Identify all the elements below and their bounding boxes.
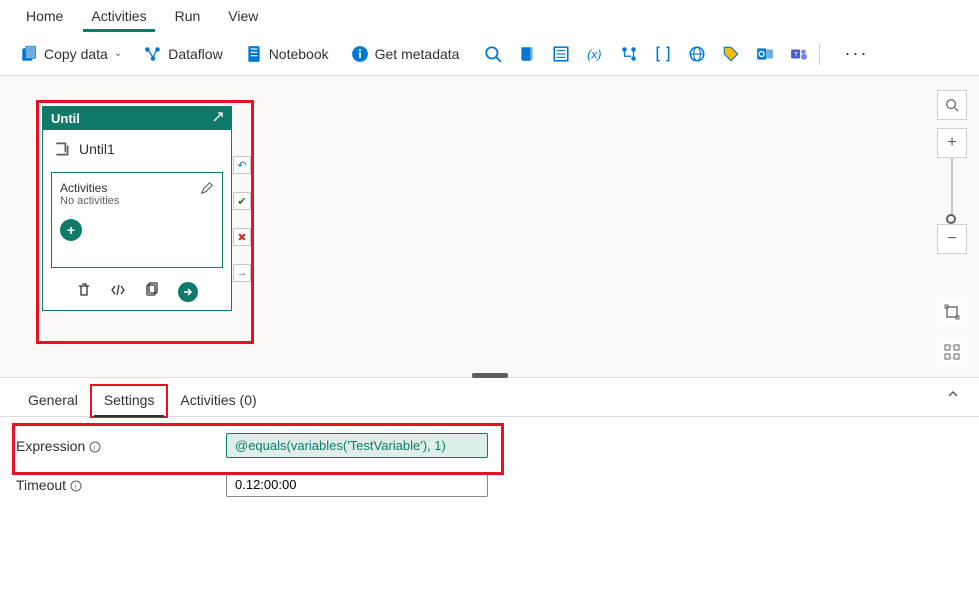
svg-text:i: i <box>94 445 96 452</box>
activity-type-label: Until <box>51 111 80 126</box>
top-menu: Home Activities Run View <box>0 0 979 32</box>
notebook-icon <box>245 45 263 63</box>
dataflow-button[interactable]: Dataflow <box>136 41 230 67</box>
list-icon[interactable] <box>551 44 571 64</box>
dataflow-label: Dataflow <box>168 46 222 62</box>
minimap-button[interactable] <box>937 337 967 367</box>
pipeline-canvas[interactable]: Until Until1 Activities No activities + <box>0 76 979 378</box>
zoom-thumb[interactable] <box>946 214 956 224</box>
connector-undo[interactable]: ↶ <box>233 156 251 174</box>
connector-fail[interactable]: ✖ <box>233 228 251 246</box>
teams-icon[interactable]: T <box>789 44 809 64</box>
collapse-panel-button[interactable] <box>947 388 959 403</box>
activities-title: Activities <box>60 181 119 195</box>
svg-text:i: i <box>75 484 77 491</box>
bracket-icon[interactable] <box>653 44 673 64</box>
outlook-icon[interactable] <box>755 44 775 64</box>
until-activity-node[interactable]: Until Until1 Activities No activities + <box>42 106 232 311</box>
canvas-view-controls <box>937 297 967 367</box>
zoom-in-button[interactable]: + <box>937 128 967 158</box>
toolbar-divider <box>819 43 820 65</box>
copy-icon[interactable] <box>144 282 160 298</box>
notebook-button[interactable]: Notebook <box>237 41 337 67</box>
info-icon <box>351 45 369 63</box>
notebook-label: Notebook <box>269 46 329 62</box>
canvas-search-button[interactable] <box>937 90 967 120</box>
svg-text:T: T <box>794 51 798 58</box>
connector-handles: ↶ ✔ ✖ → <box>232 156 252 282</box>
toolbar-icon-group: (x) T <box>483 44 809 64</box>
toolbar-overflow-button[interactable]: ··· <box>840 43 872 64</box>
copy-data-label: Copy data <box>44 46 108 62</box>
menu-activities[interactable]: Activities <box>77 4 160 32</box>
pencil-icon[interactable] <box>200 181 214 195</box>
tab-activities[interactable]: Activities (0) <box>168 386 268 416</box>
add-activity-button[interactable]: + <box>60 219 82 241</box>
activities-subtitle: No activities <box>60 195 119 207</box>
zoom-out-button[interactable]: − <box>937 224 967 254</box>
menu-home[interactable]: Home <box>12 4 77 32</box>
tab-settings[interactable]: Settings <box>90 384 169 418</box>
get-metadata-label: Get metadata <box>375 46 460 62</box>
connector-skip[interactable]: → <box>233 264 251 282</box>
info-icon[interactable]: i <box>70 479 82 491</box>
copy-data-icon <box>20 45 38 63</box>
fit-to-screen-button[interactable] <box>937 297 967 327</box>
activity-name: Until1 <box>79 141 115 157</box>
timeout-row: Timeout i <box>16 472 963 497</box>
zoom-slider[interactable] <box>951 158 953 224</box>
code-icon[interactable] <box>110 282 126 298</box>
expression-label: Expression i <box>16 438 216 454</box>
copy-data-button[interactable]: Copy data ⌄ <box>12 41 130 67</box>
timeout-label-text: Timeout <box>16 477 66 493</box>
variable-icon[interactable]: (x) <box>585 44 605 64</box>
panel-tabs: General Settings Activities (0) <box>0 378 979 417</box>
until-icon <box>53 140 71 158</box>
globe-icon[interactable] <box>687 44 707 64</box>
expression-row: Expression i @equals(variables('TestVari… <box>16 433 963 458</box>
menu-run[interactable]: Run <box>161 4 215 32</box>
expression-label-text: Expression <box>16 438 85 454</box>
timeout-input[interactable] <box>226 472 488 497</box>
dataflow-icon <box>144 45 162 63</box>
delete-icon[interactable] <box>76 282 92 298</box>
menu-view[interactable]: View <box>214 4 272 32</box>
activities-toolbar: Copy data ⌄ Dataflow Notebook Get metada… <box>0 32 979 76</box>
svg-text:(x): (x) <box>588 47 602 61</box>
search-icon[interactable] <box>483 44 503 64</box>
activity-footer <box>43 276 231 310</box>
expression-input[interactable]: @equals(variables('TestVariable'), 1) <box>226 433 488 458</box>
properties-panel: General Settings Activities (0) Expressi… <box>0 378 979 527</box>
get-metadata-button[interactable]: Get metadata <box>343 41 468 67</box>
script-icon[interactable] <box>517 44 537 64</box>
settings-form: Expression i @equals(variables('TestVari… <box>0 417 979 527</box>
run-activity-button[interactable] <box>178 282 198 302</box>
expand-icon[interactable] <box>213 112 223 125</box>
tag-icon[interactable] <box>721 44 741 64</box>
timeout-label: Timeout i <box>16 477 216 493</box>
activity-inner-panel: Activities No activities + <box>51 172 223 268</box>
hierarchy-icon[interactable] <box>619 44 639 64</box>
tab-general[interactable]: General <box>16 386 90 416</box>
info-icon[interactable]: i <box>89 440 101 452</box>
chevron-down-icon: ⌄ <box>114 48 122 59</box>
canvas-zoom-controls: + − <box>937 90 967 254</box>
connector-success[interactable]: ✔ <box>233 192 251 210</box>
activity-header: Until <box>43 107 231 130</box>
activity-name-row: Until1 <box>43 130 231 172</box>
